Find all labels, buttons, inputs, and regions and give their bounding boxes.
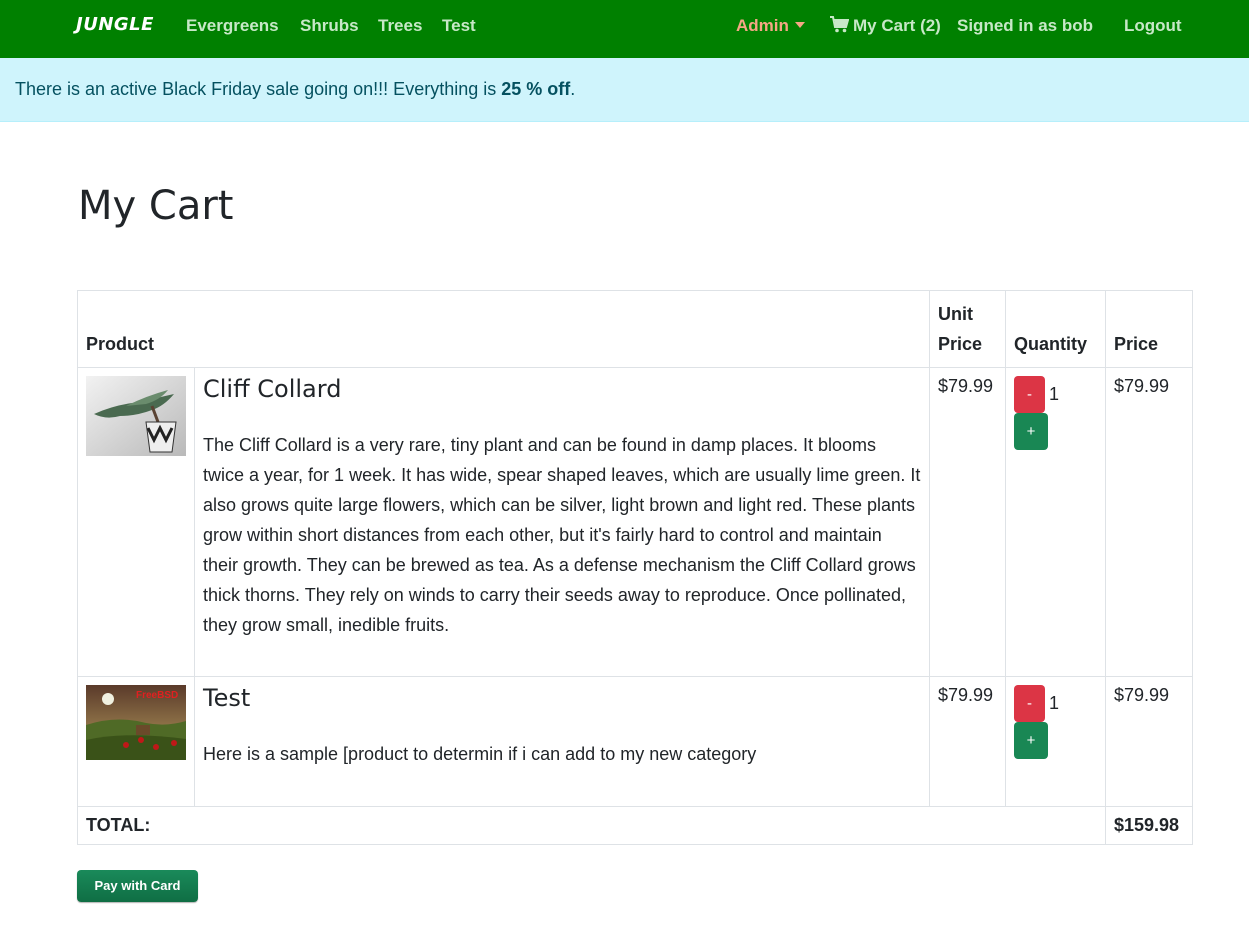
brand-logo[interactable]: JUNGLE [76,14,154,35]
price-cell: $79.99 [1104,676,1194,807]
logout-link[interactable]: Logout [1124,16,1182,36]
total-value: $159.98 [1104,806,1194,845]
product-details-cell: Cliff Collard The Cliff Collard is a ver… [193,367,931,677]
nav-link-shrubs[interactable]: Shrubs [300,16,359,36]
header-unit-price: Unit Price [929,290,1006,368]
admin-label: Admin [736,16,789,35]
page-title: My Cart [78,183,234,229]
header-unit-price-line1: Unit [938,304,974,324]
header-product: Product [76,290,931,368]
price-cell: $79.99 [1104,367,1194,677]
nav-link-trees[interactable]: Trees [378,16,422,36]
quantity-value: 1 [1049,693,1060,713]
unit-price-cell: $79.99 [929,676,1006,807]
my-cart-label: My Cart (2) [853,16,941,35]
total-label: TOTAL: [77,806,1106,845]
total-row: TOTAL: $159.98 [77,806,1194,845]
product-name[interactable]: Test [203,685,921,711]
product-description: The Cliff Collard is a very rare, tiny p… [203,435,921,635]
quantity-value: 1 [1049,384,1060,404]
sale-alert: There is an active Black Friday sale goi… [0,58,1249,122]
decrease-quantity-button[interactable]: - [1014,685,1045,722]
alert-text-after: . [570,79,576,99]
product-name[interactable]: Cliff Collard [203,376,921,402]
product-image-bonsai[interactable] [86,376,186,456]
quantity-cell: -1+ [1005,676,1106,807]
header-price: Price [1104,290,1194,368]
increase-quantity-button[interactable]: + [1014,722,1048,759]
decrease-quantity-button[interactable]: - [1014,376,1045,413]
table-row: FreeBSD Test Here is a sample [product t… [77,676,1194,807]
pay-with-card-button[interactable]: Pay with Card [77,870,198,902]
caret-down-icon [794,22,805,28]
product-image-cell [77,367,195,677]
header-quantity: Quantity [1005,290,1106,368]
product-image-cell: FreeBSD [77,676,195,807]
shopping-cart-icon [830,16,849,33]
cart-table: Product Unit Price Quantity Price Cliff C… [76,290,1194,845]
table-header-row: Product Unit Price Quantity Price [76,290,1194,368]
my-cart-link[interactable]: My Cart (2) [830,16,941,36]
admin-dropdown[interactable]: Admin [736,16,805,36]
nav-link-test[interactable]: Test [442,16,476,36]
top-navbar: JUNGLE Evergreens Shrubs Trees Test Admi… [0,0,1249,58]
unit-price-cell: $79.99 [929,367,1006,677]
product-image-freebsd[interactable]: FreeBSD [86,685,186,760]
header-unit-price-line2: Price [938,334,983,354]
product-details-cell: Test Here is a sample [product to determ… [193,676,931,807]
table-row: Cliff Collard The Cliff Collard is a ver… [77,367,1194,677]
product-description: Here is a sample [product to determin if… [203,744,757,764]
signed-in-text: Signed in as bob [957,16,1094,35]
alert-text-before: There is an active Black Friday sale goi… [15,79,502,99]
freebsd-logo-text: FreeBSD [136,690,178,701]
nav-link-evergreens[interactable]: Evergreens [186,16,279,36]
alert-discount: 25 % off [501,79,571,99]
increase-quantity-button[interactable]: + [1014,413,1048,450]
quantity-cell: -1+ [1005,367,1106,677]
sale-alert-text: There is an active Black Friday sale goi… [15,79,575,100]
